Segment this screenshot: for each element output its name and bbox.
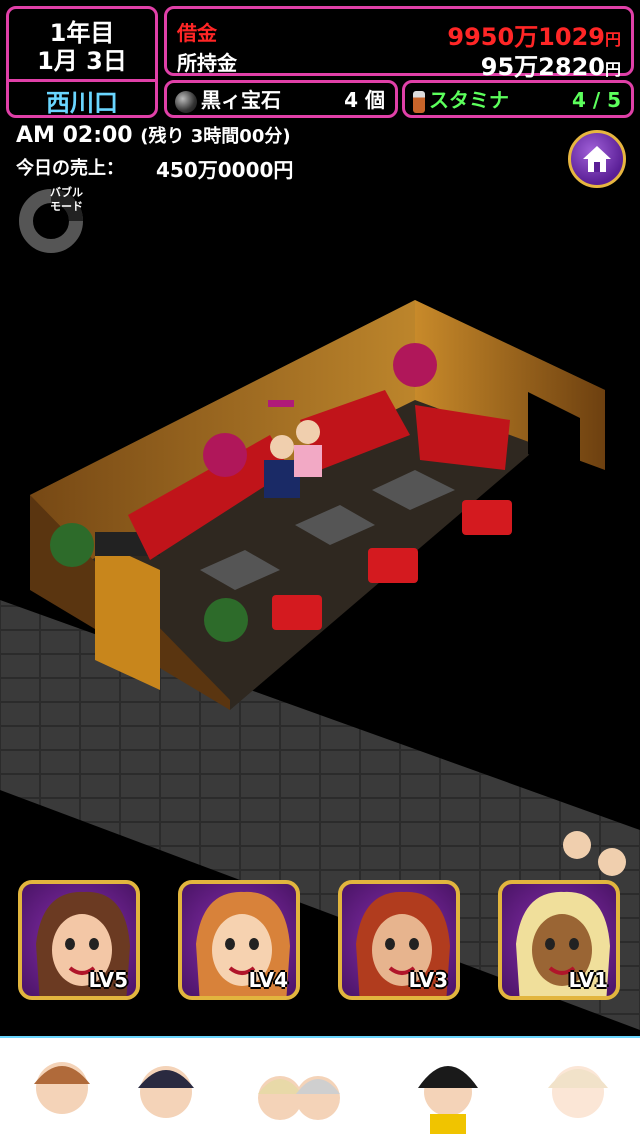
ad-character (34, 1062, 90, 1114)
plant (50, 523, 94, 567)
home-icon (583, 146, 611, 172)
divider (9, 79, 155, 82)
ad-banner[interactable] (0, 1036, 640, 1136)
date-label: 1月 3日 (37, 47, 127, 75)
clock: AM 02:00 (16, 123, 133, 148)
stool (272, 595, 322, 630)
flower-pot (203, 433, 247, 477)
stamina-panel[interactable]: スタミナ 4 / 5 (402, 80, 634, 118)
sales-row: 今日の売上： 450万0000円 (16, 154, 316, 182)
black-jewel-panel[interactable]: 黒ィ宝石 4 個 (164, 80, 398, 118)
black-gem-icon (175, 90, 197, 113)
cash-label: 所持金 (177, 51, 237, 75)
hostess-body (294, 445, 322, 477)
cash-value: 95万2820円 (480, 53, 621, 81)
year-label: 1年目 (49, 19, 115, 47)
stool (368, 548, 418, 583)
ad-character (138, 1066, 194, 1118)
customer[interactable] (270, 435, 294, 459)
ad-character (258, 1076, 340, 1120)
jewel-label: 黒ィ宝石 (201, 88, 281, 112)
home-button[interactable] (568, 130, 626, 188)
ad-character (418, 1066, 478, 1134)
drink-bottle-icon (413, 90, 425, 113)
pedestrian (598, 848, 626, 876)
sales-value: 450万0000円 (156, 158, 294, 182)
hostess-card[interactable]: LV1 (498, 880, 620, 1000)
hostess-card[interactable]: LV4 (178, 880, 300, 1000)
hostess-seated[interactable] (296, 420, 320, 444)
stool (462, 500, 512, 535)
hostess-level: LV5 (88, 968, 128, 992)
ad-character (548, 1066, 608, 1118)
plant (204, 598, 248, 642)
debt-label: 借金 (177, 21, 217, 45)
money-panel: 借金 9950万1029円 所持金 95万2820円 (164, 6, 634, 81)
pedestrian (563, 831, 591, 859)
location-label: 西川口 (46, 89, 118, 117)
stamina-label: スタミナ (429, 88, 509, 112)
hostess-card[interactable]: LV5 (18, 880, 140, 1000)
hostess-level: LV1 (568, 968, 608, 992)
flower-pot (393, 343, 437, 387)
hostess-level: LV4 (248, 968, 288, 992)
hostess-level: LV3 (408, 968, 448, 992)
stamina-value: 4 / 5 (571, 88, 621, 112)
bubble-mode-label: バブル モード (50, 186, 83, 213)
clock-row: AM 02:00 (残り 3時間00分) (16, 122, 291, 148)
time-remaining: (残り 3時間00分) (140, 126, 291, 147)
sales-label: 今日の売上： (16, 158, 124, 179)
date-panel: 1年目 1月 3日 西川口 (6, 6, 158, 118)
jewel-count: 4 個 (344, 88, 385, 112)
progress-bar (268, 400, 294, 407)
hostess-card[interactable]: LV3 (338, 880, 460, 1000)
